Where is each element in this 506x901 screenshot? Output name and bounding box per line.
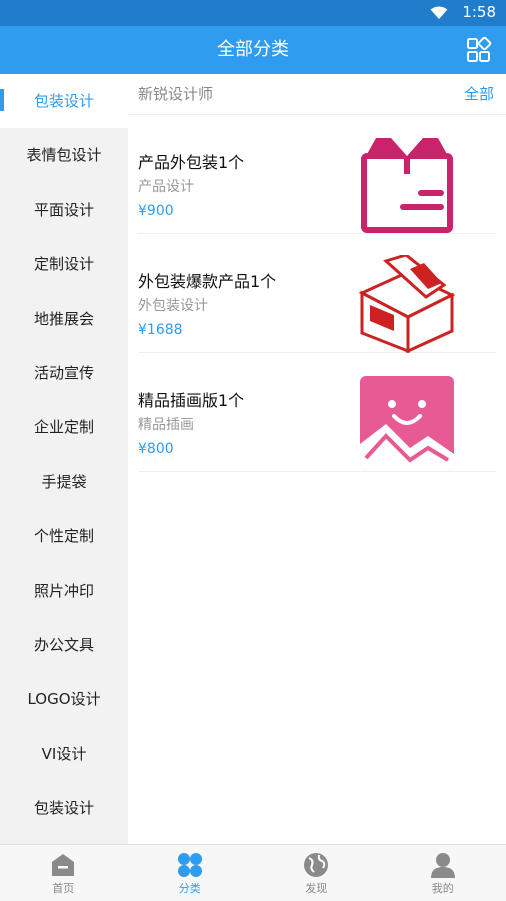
tab-discover[interactable]: 发现 bbox=[253, 845, 380, 901]
bottom-tab-bar: 首页 分类 发现 我的 bbox=[0, 844, 506, 901]
product-item[interactable]: 产品外包装1个 产品设计 ¥900 bbox=[138, 115, 496, 234]
sidebar-item-vi-design[interactable]: VI设计 bbox=[0, 727, 128, 781]
tab-profile[interactable]: 我的 bbox=[380, 845, 506, 901]
status-time: 1:58 bbox=[462, 3, 496, 21]
tab-discover-label: 发现 bbox=[253, 880, 380, 896]
sidebar-item-promo-exhibition[interactable]: 地推展会 bbox=[0, 292, 128, 346]
category-icon bbox=[175, 852, 205, 878]
product-price: ¥800 bbox=[138, 441, 174, 457]
product-price: ¥900 bbox=[138, 203, 174, 219]
tab-home-label: 首页 bbox=[0, 880, 127, 896]
app-header: 全部分类 bbox=[0, 26, 506, 74]
tab-profile-label: 我的 bbox=[380, 880, 506, 896]
package-box-icon bbox=[358, 136, 456, 234]
sidebar-item-enterprise-custom[interactable]: 企业定制 bbox=[0, 400, 128, 454]
product-item[interactable]: 精品插画版1个 精品插画 ¥800 bbox=[138, 353, 496, 472]
open-box-icon bbox=[358, 255, 456, 353]
sidebar-item-photo-print[interactable]: 照片冲印 bbox=[0, 564, 128, 618]
product-category: 精品插画 bbox=[138, 414, 194, 434]
sidebar-item-tote-bag[interactable]: 手提袋 bbox=[0, 455, 128, 509]
home-icon bbox=[48, 852, 78, 878]
globe-icon bbox=[301, 852, 331, 878]
sidebar-item-office-stationery[interactable]: 办公文具 bbox=[0, 618, 128, 672]
wifi-icon bbox=[430, 6, 448, 20]
product-item[interactable]: 外包装爆款产品1个 外包装设计 ¥1688 bbox=[138, 234, 496, 353]
sidebar-item-event-promotion[interactable]: 活动宣传 bbox=[0, 346, 128, 400]
product-name: 外包装爆款产品1个 bbox=[138, 268, 276, 292]
product-price: ¥1688 bbox=[138, 322, 183, 338]
sidebar-item-packaging-design[interactable]: 包装设计 bbox=[0, 74, 128, 128]
product-category: 外包装设计 bbox=[138, 295, 208, 315]
product-name: 产品外包装1个 bbox=[138, 149, 244, 173]
tab-category-label: 分类 bbox=[127, 880, 254, 896]
grid-apps-icon[interactable] bbox=[466, 37, 492, 63]
product-name: 精品插画版1个 bbox=[138, 387, 244, 411]
product-category: 产品设计 bbox=[138, 176, 194, 196]
sidebar-item-logo-design[interactable]: LOGO设计 bbox=[0, 672, 128, 726]
category-sidebar: 包装设计 表情包设计 平面设计 定制设计 地推展会 活动宣传 企业定制 手提袋 … bbox=[0, 74, 128, 844]
sidebar-item-packaging-design-2[interactable]: 包装设计 bbox=[0, 781, 128, 835]
sidebar-item-personal-custom[interactable]: 个性定制 bbox=[0, 509, 128, 563]
page-title: 全部分类 bbox=[0, 26, 506, 74]
shop-header: 新锐设计师 全部 bbox=[128, 74, 506, 115]
sidebar-item-graphic-design[interactable]: 平面设计 bbox=[0, 183, 128, 237]
shop-name: 新锐设计师 bbox=[138, 74, 213, 114]
smiley-picture-icon bbox=[358, 374, 456, 472]
tab-home[interactable]: 首页 bbox=[0, 845, 127, 901]
user-icon bbox=[428, 852, 458, 878]
view-all-link[interactable]: 全部 bbox=[464, 74, 494, 114]
tab-category[interactable]: 分类 bbox=[127, 845, 254, 901]
sidebar-item-custom-design[interactable]: 定制设计 bbox=[0, 237, 128, 291]
sidebar-item-sticker-design[interactable]: 表情包设计 bbox=[0, 128, 128, 182]
product-list-panel: 新锐设计师 全部 产品外包装1个 产品设计 ¥900 外包装爆款产品1个 外包装… bbox=[128, 74, 506, 844]
status-bar: 1:58 bbox=[0, 0, 506, 26]
